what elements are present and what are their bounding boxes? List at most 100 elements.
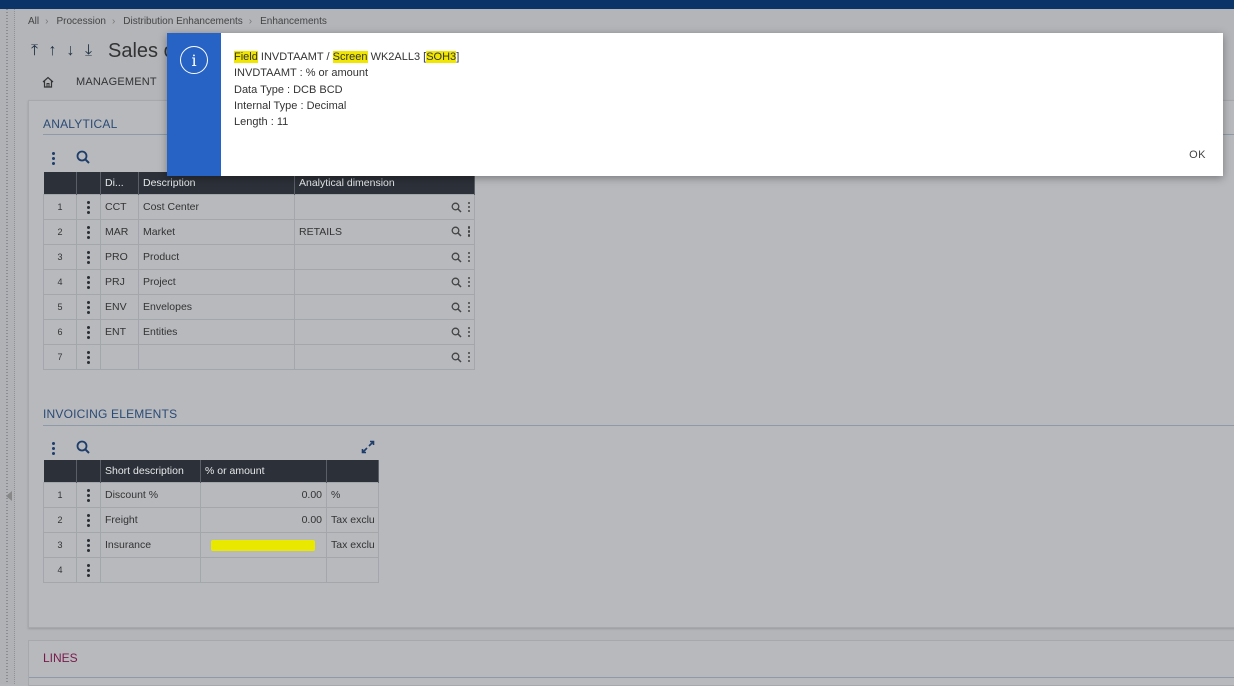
lookup-icon[interactable] (451, 226, 462, 237)
row-menu-icon[interactable] (76, 294, 101, 320)
dimension-code: PRO (100, 244, 139, 270)
field-name: INVDTAAMT (260, 51, 324, 63)
page-title: Sales o (108, 39, 175, 62)
lookup-icon[interactable] (451, 277, 462, 288)
analytical-header-dimension[interactable]: Di... (100, 172, 139, 195)
table-row: 3 Insurance Tax exclu (43, 532, 379, 558)
row-number: 5 (43, 294, 77, 320)
left-collapse-strip[interactable] (0, 9, 15, 684)
analytical-dimension-field[interactable]: RETAILS (294, 219, 475, 245)
dialog-line-data-type: Data Type : DCB BCD (234, 83, 343, 96)
field-menu-icon[interactable] (467, 276, 470, 288)
field-info-dialog: i Field INVDTAAMT / Screen WK2ALL3 [SOH3… (167, 33, 1223, 176)
highlight-mark (211, 539, 315, 551)
row-menu-icon[interactable] (76, 194, 101, 220)
lookup-icon[interactable] (451, 302, 462, 313)
row-number: 7 (43, 344, 77, 370)
row-menu-icon[interactable] (76, 344, 101, 370)
amount-field-highlighted[interactable] (200, 532, 327, 558)
first-record-icon[interactable]: ⤒ (28, 42, 41, 60)
row-number: 3 (43, 532, 77, 558)
row-menu-icon[interactable] (76, 482, 101, 508)
table-row: 2 Freight 0.00 Tax exclu (43, 507, 379, 533)
field-menu-icon[interactable] (467, 226, 470, 237)
home-icon[interactable] (38, 72, 58, 92)
breadcrumb-enhancements[interactable]: Enhancements (260, 16, 327, 27)
dimension-code: ENT (100, 319, 139, 345)
dimension-description: Entities (138, 319, 295, 345)
analytical-actions-menu-icon[interactable] (49, 151, 57, 165)
row-menu-icon[interactable] (76, 219, 101, 245)
field-menu-icon[interactable] (467, 251, 470, 263)
breadcrumb-procession[interactable]: Procession (56, 16, 105, 27)
analytical-dimension-field[interactable] (294, 244, 475, 270)
analytical-section-title: ANALYTICAL (43, 117, 118, 131)
table-row: 3 PRO Product (43, 244, 475, 270)
row-number: 1 (43, 482, 77, 508)
table-row: 1 Discount % 0.00 % (43, 482, 379, 508)
ok-button[interactable]: OK (1189, 149, 1206, 161)
lines-rule (29, 677, 1234, 678)
field-menu-icon[interactable] (467, 301, 470, 313)
breadcrumb-distribution-enhancements[interactable]: Distribution Enhancements (123, 16, 243, 27)
analytical-dimension-field[interactable] (294, 269, 475, 295)
row-number: 2 (43, 219, 77, 245)
field-menu-icon[interactable] (467, 201, 470, 213)
breadcrumb-all[interactable]: All (28, 16, 39, 27)
analytical-search-icon[interactable] (75, 149, 91, 165)
amount-field[interactable]: 0.00 (200, 507, 327, 533)
lookup-icon[interactable] (451, 352, 462, 363)
row-menu-icon[interactable] (76, 319, 101, 345)
short-description[interactable] (100, 557, 201, 583)
short-description: Discount % (100, 482, 201, 508)
field-menu-icon[interactable] (467, 351, 470, 363)
collapse-arrow-icon[interactable] (6, 491, 12, 501)
next-record-icon[interactable]: ↓ (64, 42, 77, 60)
amount-field[interactable] (200, 557, 327, 583)
analytical-dimension-field[interactable] (294, 344, 475, 370)
analytical-dimension-field[interactable] (294, 194, 475, 220)
invoicing-search-icon[interactable] (75, 439, 91, 455)
amount-field[interactable]: 0.00 (200, 482, 327, 508)
invoicing-header-type[interactable] (326, 460, 379, 483)
lookup-icon[interactable] (451, 327, 462, 338)
invoicing-table: Short description % or amount 1 Discount… (43, 460, 379, 583)
analytical-dimension-field[interactable] (294, 319, 475, 345)
analytical-header-num (43, 172, 77, 195)
analytical-dimension-value: RETAILS (299, 226, 342, 238)
row-number: 4 (43, 269, 77, 295)
dialog-line-length: Length : 11 (234, 116, 289, 129)
short-description: Freight (100, 507, 201, 533)
screen-name: WK2ALL3 (370, 51, 421, 63)
row-menu-icon[interactable] (76, 244, 101, 270)
invoicing-actions-menu-icon[interactable] (49, 441, 57, 455)
dimension-description: Envelopes (138, 294, 295, 320)
lines-section-title[interactable]: LINES (43, 651, 78, 665)
field-menu-icon[interactable] (467, 326, 470, 338)
row-menu-icon[interactable] (76, 557, 101, 583)
invoicing-header-amount[interactable]: % or amount (200, 460, 327, 483)
title-row: ⤒ ↑ ↓ ⤓ Sales o (28, 38, 175, 64)
dialog-stripe: i (167, 33, 221, 176)
short-description: Insurance (100, 532, 201, 558)
last-record-icon[interactable]: ⤓ (82, 42, 95, 60)
table-row: 6 ENT Entities (43, 319, 475, 345)
dimension-code[interactable] (100, 344, 139, 370)
tab-management[interactable]: MANAGEMENT (76, 76, 157, 88)
row-menu-icon[interactable] (76, 507, 101, 533)
dialog-line-internal-type: Internal Type : Decimal (234, 99, 347, 112)
analytical-dimension-field[interactable] (294, 294, 475, 320)
invoicing-header-short-description[interactable]: Short description (100, 460, 201, 483)
row-menu-icon[interactable] (76, 269, 101, 295)
dialog-line-field: Field INVDTAAMT / Screen WK2ALL3 [SOH3] (234, 49, 459, 65)
row-menu-icon[interactable] (76, 532, 101, 558)
lookup-icon[interactable] (451, 202, 462, 213)
previous-record-icon[interactable]: ↑ (46, 42, 59, 60)
table-row: 1 CCT Cost Center (43, 194, 475, 220)
lookup-icon[interactable] (451, 252, 462, 263)
field-label: Field (234, 51, 258, 63)
amount-type: % (326, 482, 379, 508)
field-separator: / (326, 51, 330, 63)
expand-icon[interactable] (360, 439, 376, 455)
row-number: 2 (43, 507, 77, 533)
